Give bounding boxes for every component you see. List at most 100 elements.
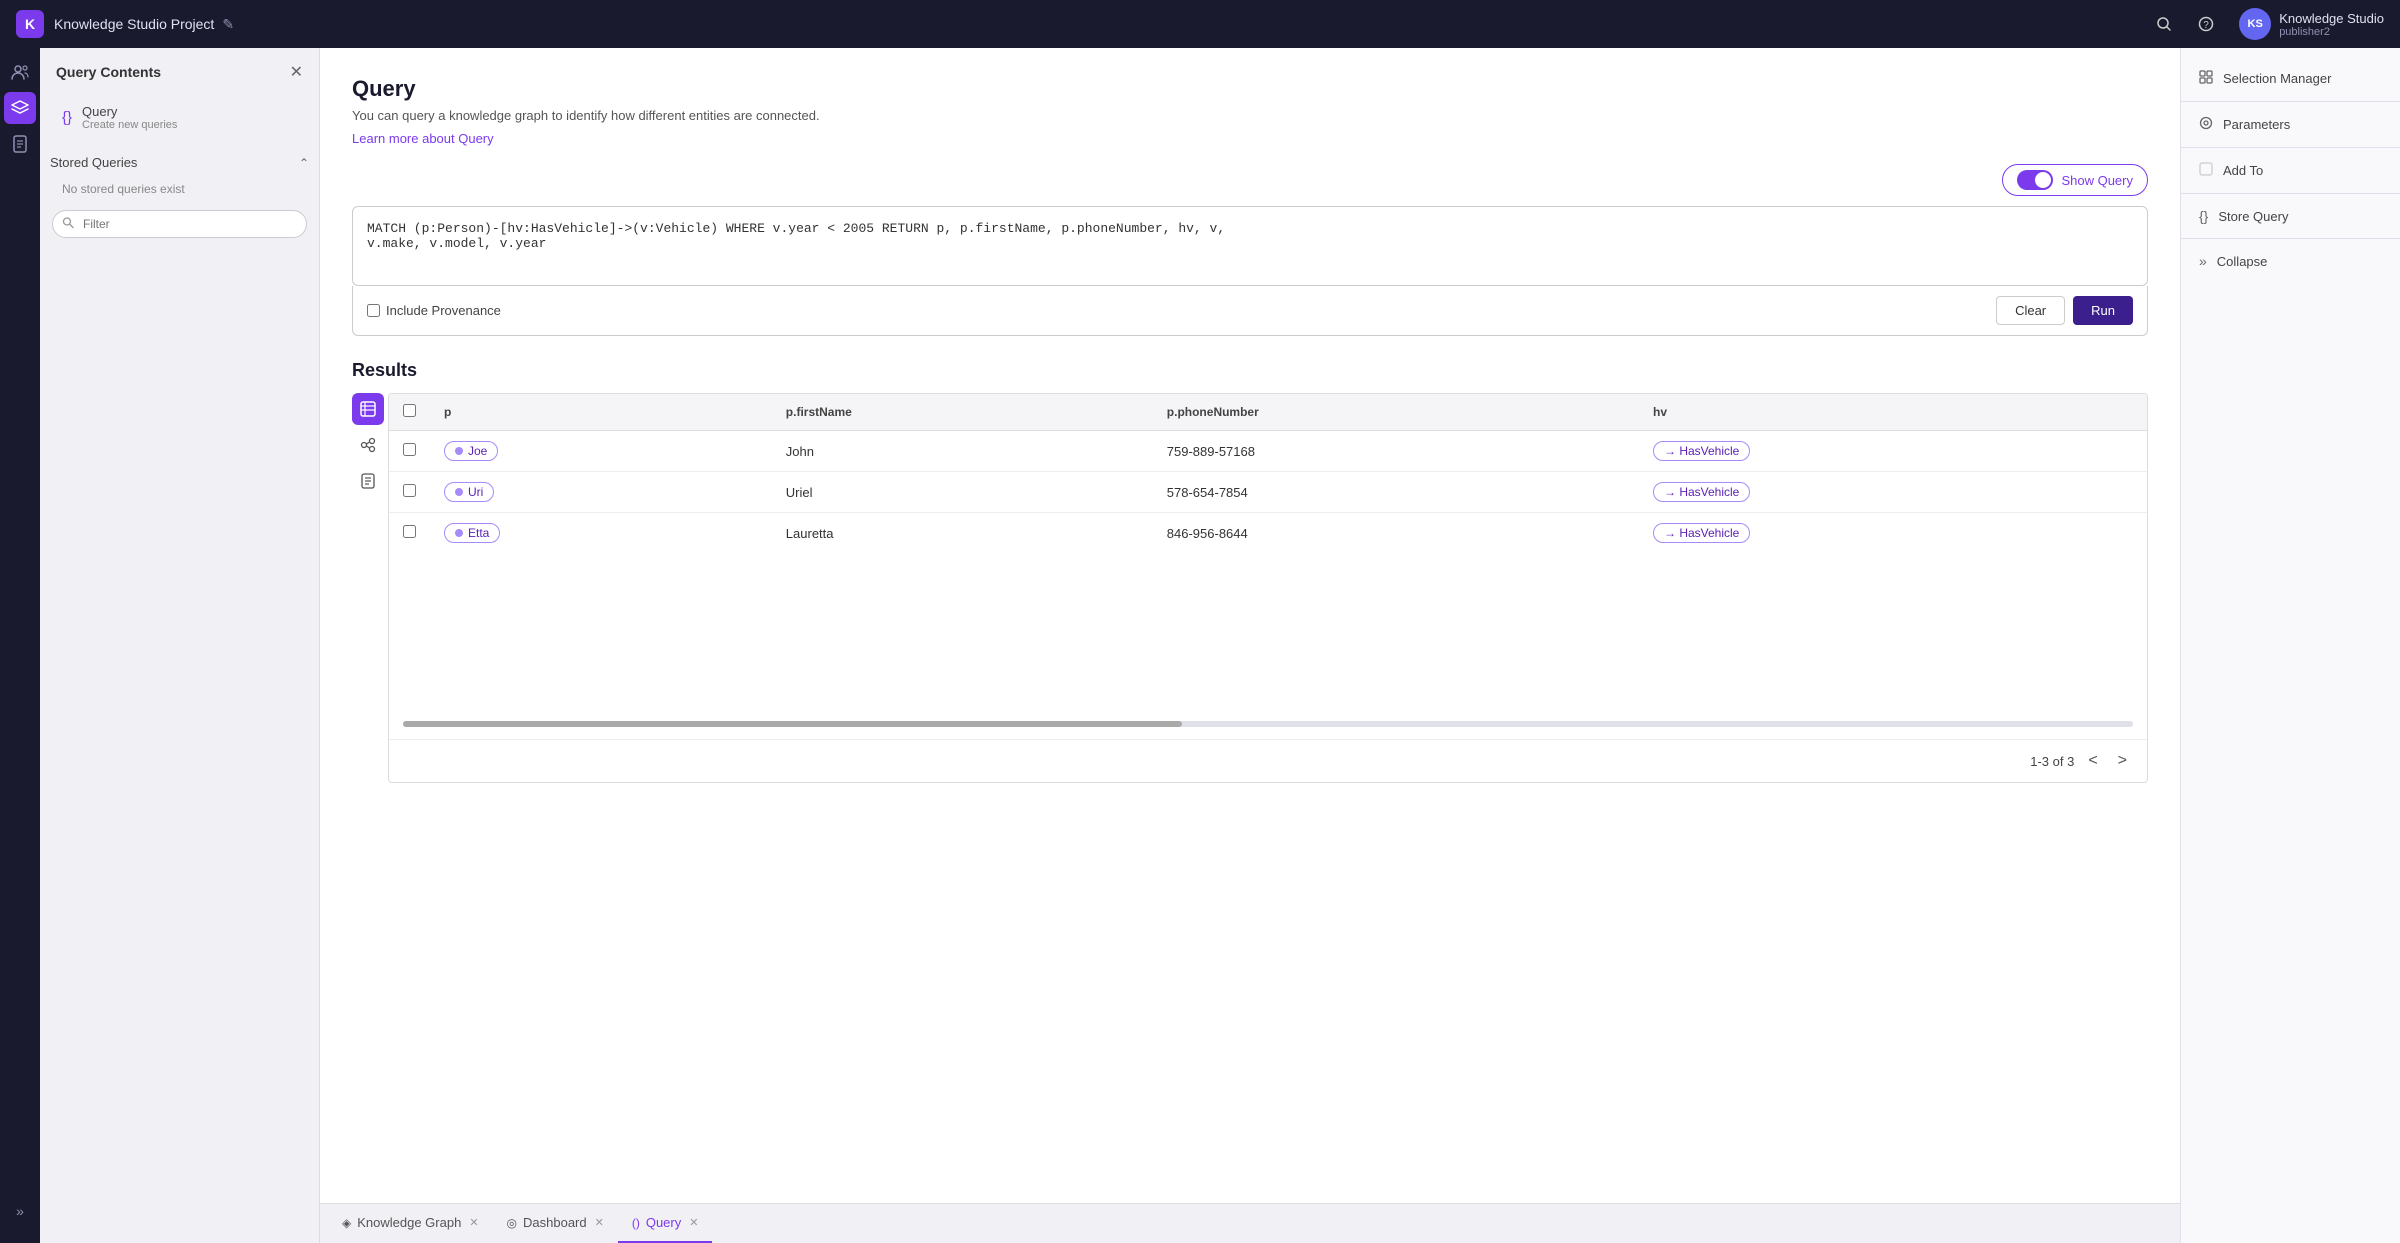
sidebar-item-query[interactable]: {} Query Create new queries — [52, 96, 307, 139]
cell-phone-1: 759-889-57168 — [1153, 431, 1639, 472]
select-all-header[interactable] — [389, 394, 430, 431]
dashboard-icon: ◎ — [507, 1216, 517, 1230]
sidebar-close-button[interactable]: ✕ — [290, 62, 303, 82]
cell-phone-3: 846-956-8644 — [1153, 513, 1639, 554]
edge-pill-1[interactable]: → HasVehicle — [1653, 441, 1750, 461]
edge-pill-2[interactable]: → HasVehicle — [1653, 482, 1750, 502]
add-to-label: Add To — [2223, 163, 2263, 178]
filter-input[interactable] — [52, 210, 307, 238]
table-row: Joe John 759-889-57168 → HasVehicle — [389, 431, 2147, 472]
row-checkbox-1[interactable] — [389, 431, 430, 472]
right-separator-1 — [2181, 101, 2400, 102]
edge-pill-3[interactable]: → HasVehicle — [1653, 523, 1750, 543]
pagination: 1-3 of 3 < > — [389, 739, 2147, 782]
right-item-parameters[interactable]: Parameters — [2181, 106, 2400, 143]
query-description: You can query a knowledge graph to ident… — [352, 108, 2148, 123]
tab-knowledge-graph[interactable]: ◈ Knowledge Graph ✕ — [328, 1204, 493, 1243]
cell-hv-2: → HasVehicle — [1639, 472, 2147, 513]
show-query-toggle[interactable]: Show Query — [2002, 164, 2148, 196]
node-pill-etta[interactable]: Etta — [444, 523, 500, 543]
no-stored-queries: No stored queries exist — [40, 178, 319, 204]
parameters-label: Parameters — [2223, 117, 2290, 132]
right-item-add-to[interactable]: Add To — [2181, 152, 2400, 189]
rail-icon-people[interactable] — [4, 56, 36, 88]
include-provenance-checkbox[interactable] — [367, 304, 380, 317]
search-button[interactable] — [2147, 7, 2181, 41]
select-all-checkbox[interactable] — [403, 404, 416, 417]
main-layout: » Query Contents ✕ {} Query Create new q… — [0, 48, 2400, 1243]
col-p: p — [430, 394, 772, 431]
user-info: KS Knowledge Studio publisher2 — [2239, 8, 2384, 40]
right-item-selection-manager[interactable]: Selection Manager — [2181, 60, 2400, 97]
scroll-indicator — [403, 721, 2133, 727]
include-provenance: Include Provenance — [367, 303, 501, 318]
stored-queries-header[interactable]: Stored Queries ⌃ — [40, 147, 319, 178]
row-checkbox-3[interactable] — [389, 513, 430, 554]
empty-results-space — [389, 553, 2147, 713]
tab-query[interactable]: () Query ✕ — [618, 1204, 713, 1243]
report-view-button[interactable] — [352, 465, 384, 497]
table-row: Etta Lauretta 846-956-8644 → HasVehicle — [389, 513, 2147, 554]
chevron-up-icon: ⌃ — [299, 156, 309, 170]
query-editor[interactable]: MATCH (p:Person)-[hv:HasVehicle]->(v:Veh… — [352, 206, 2148, 286]
app-logo: K — [16, 10, 44, 38]
tab-dashboard-label: Dashboard — [523, 1215, 587, 1230]
tab-query-label: Query — [646, 1215, 681, 1230]
show-query-label: Show Query — [2061, 173, 2133, 188]
icon-rail: » — [0, 48, 40, 1243]
prev-page-button[interactable]: < — [2082, 750, 2103, 772]
cell-phone-2: 578-654-7854 — [1153, 472, 1639, 513]
node-pill-uri[interactable]: Uri — [444, 482, 494, 502]
rail-icon-layers[interactable] — [4, 92, 36, 124]
graph-view-button[interactable] — [352, 429, 384, 461]
tab-close-dashboard[interactable]: ✕ — [595, 1216, 604, 1229]
tab-close-query[interactable]: ✕ — [689, 1216, 698, 1229]
cell-firstname-2: Uriel — [772, 472, 1153, 513]
filter-search-icon — [62, 217, 74, 232]
tab-dashboard[interactable]: ◎ Dashboard ✕ — [493, 1204, 618, 1243]
sidebar-title: Query Contents — [56, 64, 161, 80]
rail-icon-document[interactable] — [4, 128, 36, 160]
right-item-store-query[interactable]: {} Store Query — [2181, 198, 2400, 234]
query-sublabel: Create new queries — [82, 119, 177, 131]
col-pphonenumber: p.phoneNumber — [1153, 394, 1639, 431]
pagination-info: 1-3 of 3 — [2030, 754, 2074, 769]
results-title: Results — [352, 360, 2148, 381]
clear-button[interactable]: Clear — [1996, 296, 2065, 325]
scroll-indicator-wrap — [389, 721, 2147, 739]
query-tab-icon: () — [632, 1216, 640, 1230]
collapse-icon: » — [2199, 253, 2207, 269]
right-item-collapse[interactable]: » Collapse — [2181, 243, 2400, 279]
learn-more-link[interactable]: Learn more about Query — [352, 131, 2148, 146]
selection-manager-label: Selection Manager — [2223, 71, 2331, 86]
tab-close-kg[interactable]: ✕ — [469, 1216, 478, 1229]
table-view-button[interactable] — [352, 393, 384, 425]
cell-firstname-3: Lauretta — [772, 513, 1153, 554]
next-page-button[interactable]: > — [2112, 750, 2133, 772]
right-separator-2 — [2181, 147, 2400, 148]
topbar: K Knowledge Studio Project ✎ ? KS Knowle… — [0, 0, 2400, 48]
results-container: p p.firstName p.phoneNumber hv — [352, 393, 2148, 783]
topbar-icons: ? — [2147, 7, 2223, 41]
node-dot — [455, 529, 463, 537]
right-panel: Selection Manager Parameters Add To — [2180, 48, 2400, 1243]
cell-hv-1: → HasVehicle — [1639, 431, 2147, 472]
help-button[interactable]: ? — [2189, 7, 2223, 41]
node-pill-joe[interactable]: Joe — [444, 441, 498, 461]
selection-manager-icon — [2199, 70, 2213, 87]
rail-expand-button[interactable]: » — [4, 1195, 36, 1227]
row-checkbox-2[interactable] — [389, 472, 430, 513]
run-button[interactable]: Run — [2073, 296, 2133, 325]
sidebar-query-section: {} Query Create new queries — [40, 96, 319, 147]
query-icon: {} — [62, 109, 72, 126]
store-query-icon: {} — [2199, 208, 2208, 224]
bottom-tabs: ◈ Knowledge Graph ✕ ◎ Dashboard ✕ () Que… — [320, 1203, 2180, 1243]
content-area: Query You can query a knowledge graph to… — [320, 48, 2180, 1243]
cell-hv-3: → HasVehicle — [1639, 513, 2147, 554]
stored-queries-label: Stored Queries — [50, 155, 137, 170]
sidebar: Query Contents ✕ {} Query Create new que… — [40, 48, 320, 1243]
edit-icon[interactable]: ✎ — [222, 16, 234, 33]
results-table: p p.firstName p.phoneNumber hv — [389, 394, 2147, 553]
sidebar-header: Query Contents ✕ — [40, 48, 319, 96]
avatar: KS — [2239, 8, 2271, 40]
